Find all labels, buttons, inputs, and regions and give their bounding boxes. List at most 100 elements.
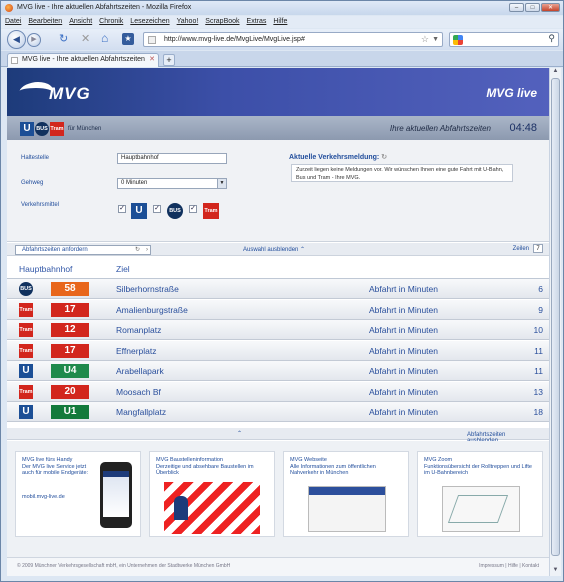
chevron-down-icon: ▼	[217, 179, 226, 188]
city-label: für München	[68, 126, 102, 132]
maximize-button[interactable]: □	[525, 3, 540, 12]
close-button[interactable]: ✕	[541, 3, 560, 12]
card-zoom-text: MVG Zoom Funktionsübersicht der Rolltrep…	[424, 457, 532, 476]
bookmark-star-icon[interactable]: ★	[122, 33, 134, 45]
home-icon[interactable]: ⌂	[101, 31, 108, 45]
card-mobile[interactable]: MVG live fürs Handy Der MVG live Service…	[15, 451, 141, 537]
zeilen-input[interactable]: 7	[533, 244, 543, 253]
scroll-thumb[interactable]	[551, 78, 560, 556]
page-content: MVG MVG live U BUS Tram für München Ihre…	[7, 68, 549, 576]
zeilen-label: Zeilen	[512, 246, 529, 252]
minutes: 9	[538, 304, 543, 315]
haltestelle-label: Haltestelle	[21, 155, 50, 161]
tab-strip: MVG live - Ihre aktuellen Abfahrtszeiten…	[1, 51, 563, 67]
url-bar[interactable]: http://www.mvg-live.de/MvgLive/MvgLive.j…	[143, 32, 443, 47]
ziel-header: Ziel	[116, 264, 130, 274]
reload-icon[interactable]: ↻	[59, 32, 68, 45]
menu-extras[interactable]: Extras	[247, 16, 267, 28]
table-row: BUS 58 Silberhornstraße Abfahrt in Minuten 6	[7, 279, 549, 299]
hide-selection-link[interactable]: Auswahl ausblenden ⌃	[243, 246, 305, 253]
firefox-icon	[5, 4, 13, 12]
verkehrsmittel-label: Verkehrsmittel	[21, 202, 60, 208]
page-subtitle: Ihre aktuellen Abfahrtszeiten	[389, 124, 491, 133]
departure-label: Abfahrt in Minuten	[369, 325, 438, 335]
destination: Romanplatz	[116, 325, 162, 335]
notice-box: Zurzeit liegen keine Meldungen vor. Wir …	[291, 164, 513, 182]
search-form	[7, 140, 549, 242]
footer: © 2009 Münchner Verkehrsgesellschaft mbH…	[7, 557, 549, 576]
card-webseite[interactable]: MVG Webseite Alle Informationen zum öffe…	[283, 451, 409, 537]
ubahn-checkbox[interactable]: ✓	[118, 205, 126, 213]
ubahn-icon: U	[19, 364, 33, 378]
menu-bearbeiten[interactable]: Bearbeiten	[28, 16, 62, 28]
bus-icon: BUS	[167, 203, 183, 219]
scroll-down-icon[interactable]: ▼	[551, 567, 560, 576]
mobile-link[interactable]: mobil.mvg-live.de	[22, 494, 92, 501]
search-input[interactable]: ⚲	[449, 32, 559, 47]
scroll-up-icon[interactable]: ▲	[551, 68, 560, 77]
refresh-icon: ↻	[134, 247, 140, 253]
tram-icon: Tram	[19, 323, 33, 337]
brand-title: MVG live	[486, 86, 537, 100]
new-tab-button[interactable]: +	[163, 54, 175, 66]
chevron-right-icon: ›	[146, 247, 148, 253]
hide-times-link[interactable]: Abfahrtszeiten ausblenden ⌃	[237, 430, 505, 444]
search-icon[interactable]: ⚲	[548, 33, 555, 44]
logo-text: MVG	[49, 84, 91, 103]
haltestelle-input[interactable]: Hauptbahnhof	[117, 153, 227, 164]
menu-chronik[interactable]: Chronik	[99, 16, 123, 28]
mvg-logo[interactable]: MVG	[15, 80, 99, 106]
stop-icon[interactable]: ✕	[81, 32, 90, 45]
departure-label: Abfahrt in Minuten	[369, 407, 438, 417]
footer-links[interactable]: Impressum | Hilfe | Kontakt	[479, 563, 539, 569]
departure-label: Abfahrt in Minuten	[369, 366, 438, 376]
construction-image	[164, 482, 260, 534]
refresh-icon[interactable]: ↻	[381, 154, 387, 161]
transport-modes: U BUS Tram für München	[20, 122, 101, 136]
browser-window: MVG live - Ihre aktuellen Abfahrtszeiten…	[0, 0, 564, 582]
tram-icon: Tram	[203, 203, 219, 219]
forward-button[interactable]: ▶	[27, 33, 41, 47]
tab-close-icon[interactable]: ✕	[149, 54, 155, 66]
phone-image	[100, 462, 132, 528]
departure-label: Abfahrt in Minuten	[369, 284, 438, 294]
card-mobile-text: MVG live fürs Handy Der MVG live Service…	[22, 457, 89, 476]
bus-icon: BUS	[35, 122, 49, 136]
tram-checkbox[interactable]: ✓	[189, 205, 197, 213]
menu-ansicht[interactable]: Ansicht	[69, 16, 92, 28]
menu-hilfe[interactable]: Hilfe	[273, 16, 287, 28]
window-title: MVG live - Ihre aktuellen Abfahrtszeiten…	[17, 4, 192, 11]
chevron-down-icon[interactable]: ▼	[432, 33, 439, 46]
menu-scrapbook[interactable]: ScrapBook	[205, 16, 239, 28]
destination: Effnerplatz	[116, 345, 157, 356]
menu-lesezeichen[interactable]: Lesezeichen	[130, 16, 169, 28]
mvg-header: MVG MVG live	[7, 68, 549, 116]
request-button[interactable]: Abfahrtszeiten anfordern ↻ ›	[15, 245, 151, 255]
line-badge: U1	[51, 405, 89, 419]
scrollbar[interactable]: ▲ ▼	[549, 68, 561, 576]
card-zoom[interactable]: MVG Zoom Funktionsübersicht der Rolltrep…	[417, 451, 543, 537]
line-badge: 12	[51, 323, 89, 337]
minutes: 18	[533, 407, 543, 417]
copyright: © 2009 Münchner Verkehrsgesellschaft mbH…	[17, 563, 231, 569]
gehweg-select[interactable]: 0 Minuten ▼	[117, 178, 227, 189]
ubahn-icon: U	[19, 405, 33, 419]
menu-yahoo[interactable]: Yahoo!	[177, 16, 199, 28]
menu-datei[interactable]: Datei	[5, 16, 21, 28]
bus-checkbox[interactable]: ✓	[153, 205, 161, 213]
line-badge: 17	[51, 302, 89, 317]
line-badge: 17	[51, 343, 89, 358]
back-button[interactable]: ◀	[7, 30, 26, 49]
line-badge: U4	[51, 364, 89, 378]
destination: Moosach Bf	[116, 386, 161, 397]
google-icon[interactable]	[453, 35, 463, 45]
card-baustellen[interactable]: MVG Baustelleninformation Derzeitige und…	[149, 451, 275, 537]
zoom-screenshot-image	[442, 486, 520, 532]
request-label: Abfahrtszeiten anfordern	[22, 247, 88, 253]
minimize-button[interactable]: –	[509, 3, 524, 12]
bookmark-icon[interactable]: ☆	[421, 33, 429, 46]
tab-mvg-live[interactable]: MVG live - Ihre aktuellen Abfahrtszeiten…	[7, 53, 159, 67]
ubahn-icon: U	[20, 122, 34, 136]
action-bar: Abfahrtszeiten anfordern ↻ › Auswahl aus…	[7, 243, 549, 256]
tram-icon: Tram	[19, 302, 33, 317]
